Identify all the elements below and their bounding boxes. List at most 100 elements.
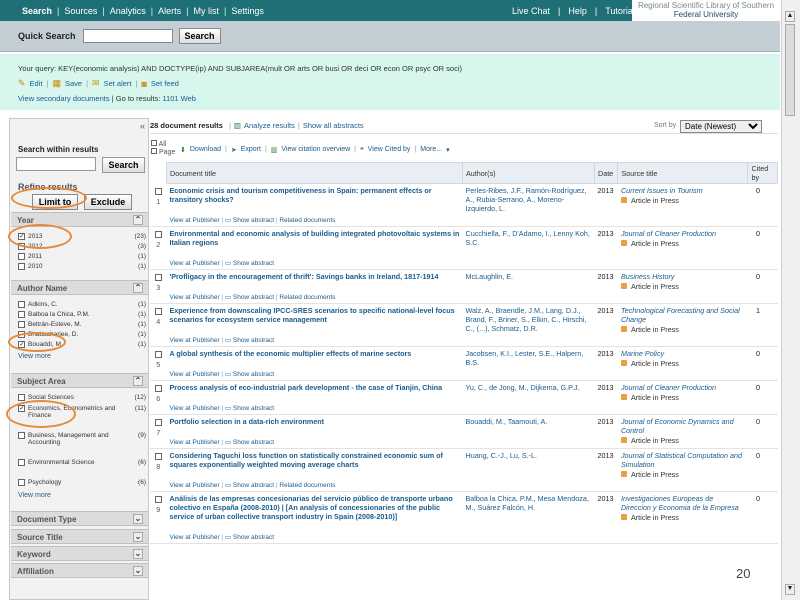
nav-sources[interactable]: Sources — [59, 6, 102, 16]
document-title-link[interactable]: Análisis de las empresas concesionarias … — [170, 494, 460, 521]
cited-by-count[interactable]: 0 — [747, 269, 778, 304]
checkbox[interactable] — [18, 331, 25, 338]
scroll-thumb[interactable] — [785, 24, 795, 116]
source-title-link[interactable]: Journal of Economic Dynamics and Control — [621, 417, 734, 435]
nav-settings[interactable]: Settings — [226, 6, 269, 16]
export-link[interactable]: Export — [241, 146, 261, 154]
facet-affiliation-header[interactable]: Affiliation ⌄ — [11, 563, 148, 578]
save-link[interactable]: Save — [65, 79, 82, 88]
related-documents-link[interactable]: Related documents — [279, 294, 335, 301]
view-at-publisher-link[interactable]: View at Publisher — [170, 260, 220, 267]
row-checkbox[interactable] — [154, 274, 162, 281]
view-at-publisher-link[interactable]: View at Publisher — [170, 294, 220, 301]
facet-item[interactable]: Psychology (6) — [18, 479, 146, 486]
show-abstract-link[interactable]: Show abstract — [233, 217, 274, 224]
show-abstract-link[interactable]: Show abstract — [233, 534, 274, 541]
view-more-link[interactable]: View more — [18, 492, 51, 499]
checkbox[interactable] — [18, 311, 25, 318]
document-title-link[interactable]: Experience from downscaling IPCC-SRES sc… — [170, 306, 460, 324]
collapse-icon[interactable]: ⌃ — [133, 376, 143, 386]
facet-year-header[interactable]: Year ⌃ — [11, 212, 148, 227]
select-page-checkbox[interactable] — [151, 148, 157, 154]
checkbox[interactable] — [18, 243, 25, 250]
cited-by-count[interactable]: 0 — [747, 380, 778, 415]
document-title-link[interactable]: Portfolio selection in a data-rich envir… — [170, 417, 460, 426]
show-abstract-link[interactable]: Show abstract — [233, 371, 274, 378]
collapse-icon[interactable]: ⌃ — [133, 215, 143, 225]
nav-alerts[interactable]: Alerts — [153, 6, 186, 16]
related-documents-link[interactable]: Related documents — [279, 217, 335, 224]
col-cited-by[interactable]: Cited by — [747, 162, 778, 184]
checkbox[interactable] — [18, 432, 25, 439]
sort-select[interactable]: Date (Newest) — [680, 120, 762, 133]
facet-keyword-header[interactable]: Keyword ⌄ — [11, 546, 148, 561]
row-checkbox[interactable] — [154, 453, 162, 460]
vertical-scrollbar[interactable]: ▲ ▼ — [781, 0, 800, 600]
facet-item[interactable]: Beltrán-Esteve, M. (1) — [18, 321, 146, 328]
collapse-icon[interactable]: ⌃ — [133, 283, 143, 293]
source-title-link[interactable]: Technological Forecasting and Social Cha… — [621, 306, 740, 324]
select-all-checkbox[interactable] — [151, 140, 157, 146]
authors-link[interactable]: Huang, C.-J., Lu, S.-L. — [466, 451, 592, 460]
row-checkbox[interactable] — [154, 187, 162, 195]
authors-link[interactable]: Bouaddi, M., Taamouti, A. — [466, 417, 592, 426]
scroll-up-icon[interactable]: ▲ — [785, 11, 795, 22]
quick-search-input[interactable] — [82, 29, 173, 43]
facet-item[interactable]: ✓ Economics, Econometrics and Finance (11) — [18, 405, 146, 419]
document-title-link[interactable]: Process analysis of eco-industrial park … — [170, 383, 460, 392]
facet-author-header[interactable]: Author Name ⌃ — [11, 280, 148, 295]
quick-search-button[interactable]: Search — [178, 28, 221, 44]
view-secondary-link[interactable]: View secondary documents — [18, 94, 110, 103]
authors-link[interactable]: Perles-Ribes, J.F., Ramón-Rodríguez, A.,… — [466, 186, 592, 213]
row-checkbox[interactable] — [154, 308, 162, 315]
facet-item[interactable]: ✓ Bouaddi, M. (1) — [18, 341, 146, 348]
col-date[interactable]: Date — [593, 162, 619, 184]
cited-by-count[interactable]: 0 — [747, 346, 778, 381]
expand-icon[interactable]: ⌄ — [133, 532, 143, 542]
cited-by-count[interactable]: 0 — [747, 414, 778, 449]
facet-item[interactable]: 2011 (1) — [18, 253, 146, 260]
view-at-publisher-link[interactable]: View at Publisher — [170, 439, 220, 446]
view-at-publisher-link[interactable]: View at Publisher — [170, 482, 220, 489]
authors-link[interactable]: Walz, A., Braendle, J.M., Lang, D.J., Br… — [466, 306, 592, 333]
document-title-link[interactable]: Considering Taguchi loss function on sta… — [170, 451, 460, 469]
facet-item[interactable]: Business, Management and Accounting (9) — [18, 432, 146, 446]
cited-by-count[interactable]: 0 — [747, 226, 778, 270]
show-abstract-link[interactable]: Show abstract — [233, 405, 274, 412]
authors-link[interactable]: McLaughlin, E. — [466, 272, 592, 281]
row-checkbox[interactable] — [154, 351, 162, 358]
source-title-link[interactable]: Current Issues in Tourism — [621, 186, 703, 195]
authors-link[interactable]: Cucchiella, F., D'Adamo, I., Lenny Koh, … — [466, 229, 592, 247]
cited-by-count[interactable]: 0 — [747, 491, 778, 544]
document-title-link[interactable]: A global synthesis of the economic multi… — [170, 349, 460, 358]
nav-live-chat[interactable]: Live Chat — [508, 6, 554, 16]
checkbox[interactable] — [18, 253, 25, 260]
download-link[interactable]: Download — [190, 146, 221, 154]
view-at-publisher-link[interactable]: View at Publisher — [170, 217, 220, 224]
expand-icon[interactable]: ⌄ — [133, 514, 143, 524]
set-alert-link[interactable]: Set alert — [104, 79, 132, 88]
exclude-button[interactable]: Exclude — [84, 194, 132, 210]
show-abstract-link[interactable]: Show abstract — [233, 439, 274, 446]
goto-count-link[interactable]: 1101 — [162, 94, 178, 103]
facet-item[interactable]: Environmental Science (6) — [18, 459, 146, 466]
col-source-title[interactable]: Source title — [617, 162, 749, 184]
col-document-title[interactable]: Document title — [166, 162, 463, 184]
source-title-link[interactable]: Journal of Cleaner Production — [621, 383, 716, 392]
facet-source-title-header[interactable]: Source Title ⌄ — [11, 529, 148, 544]
facet-item[interactable]: Balboa la Chica, P.M. (1) — [18, 311, 146, 318]
nav-analytics[interactable]: Analytics — [105, 6, 151, 16]
show-abstract-link[interactable]: Show abstract — [233, 482, 274, 489]
view-at-publisher-link[interactable]: View at Publisher — [170, 405, 220, 412]
set-feed-link[interactable]: Set feed — [151, 79, 179, 88]
more-link[interactable]: More... — [420, 146, 442, 154]
row-checkbox[interactable] — [154, 385, 162, 392]
view-at-publisher-link[interactable]: View at Publisher — [170, 371, 220, 378]
scroll-down-icon[interactable]: ▼ — [785, 584, 795, 595]
show-abstract-link[interactable]: Show abstract — [233, 337, 274, 344]
analyze-results-link[interactable]: Analyze results — [244, 121, 295, 130]
search-within-button[interactable]: Search — [102, 157, 145, 173]
document-title-link[interactable]: Economic crisis and tourism competitiven… — [170, 186, 460, 204]
document-title-link[interactable]: 'Profligacy in the encouragement of thri… — [170, 272, 460, 281]
checkbox[interactable]: ✓ — [18, 233, 25, 240]
